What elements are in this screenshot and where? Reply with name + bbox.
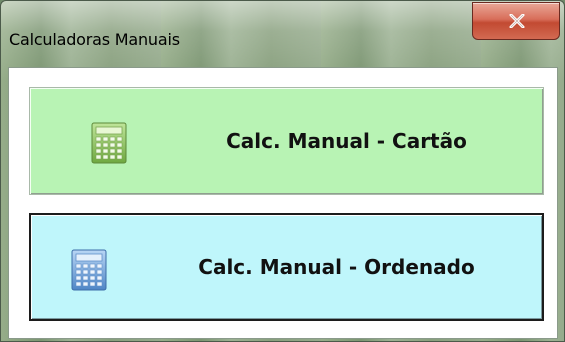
dialog-window: Calculadoras Manuais Calc. Manual - Cart… xyxy=(0,0,565,342)
calc-manual-cartao-button[interactable]: Calc. Manual - Cartão xyxy=(29,87,544,195)
calc-manual-cartao-label: Calc. Manual - Cartão xyxy=(226,129,467,153)
calculator-icon xyxy=(71,249,107,291)
window-title: Calculadoras Manuais xyxy=(9,30,180,49)
close-button[interactable] xyxy=(472,2,560,40)
close-icon xyxy=(509,14,525,28)
calculator-icon xyxy=(91,122,127,164)
calc-manual-ordenado-button[interactable]: Calc. Manual - Ordenado xyxy=(29,213,544,321)
title-bar[interactable]: Calculadoras Manuais xyxy=(1,1,565,61)
calc-manual-ordenado-label: Calc. Manual - Ordenado xyxy=(198,255,475,279)
